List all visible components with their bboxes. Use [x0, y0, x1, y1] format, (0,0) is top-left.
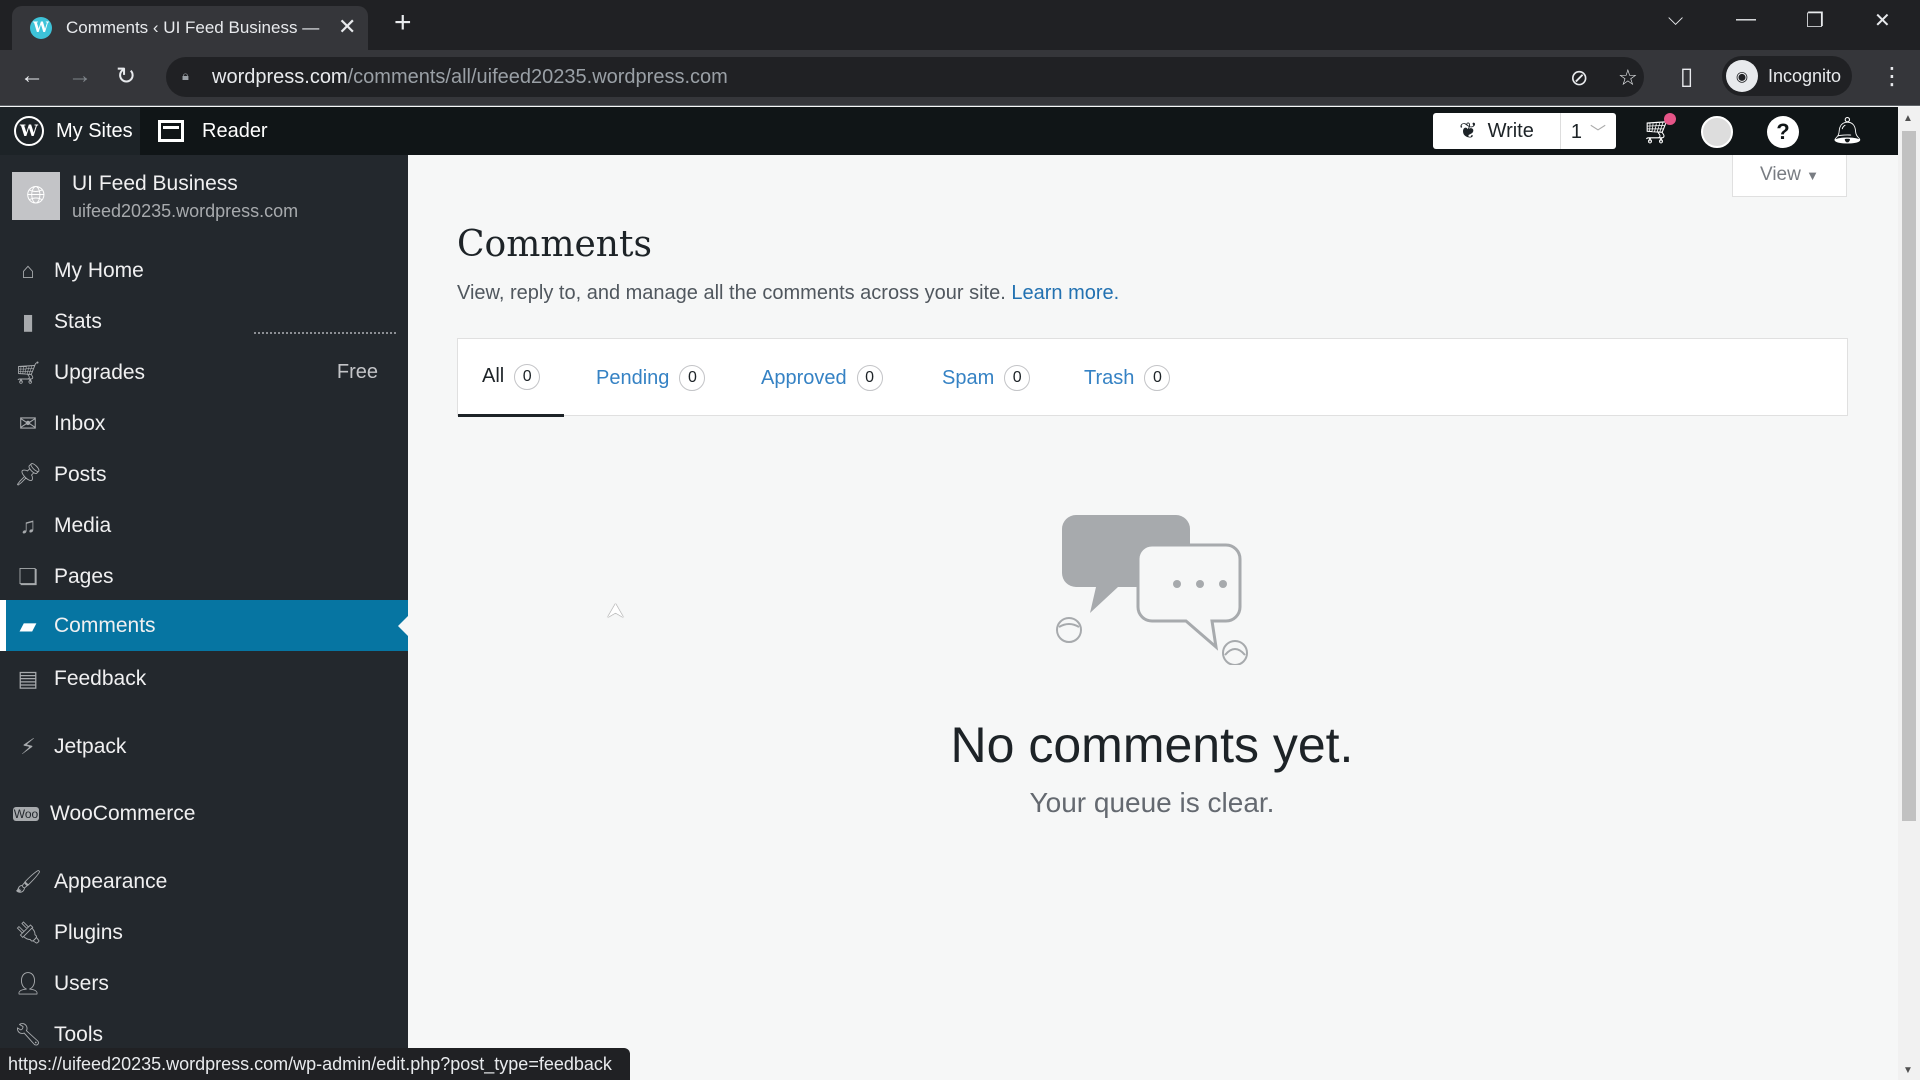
browser-tab[interactable]: W Comments ‹ UI Feed Business — ✕ [12, 6, 368, 50]
sidebar-item-feedback[interactable]: ▤ Feedback [0, 653, 408, 704]
bookmark-star-icon[interactable]: ☆ [1618, 65, 1638, 91]
comment-filter-tabs: All 0 Pending 0 Approved 0 Spam 0 Trash 0 [457, 338, 1848, 417]
tab-approved[interactable]: Approved 0 [761, 339, 883, 417]
help-icon[interactable]: ? [1767, 116, 1799, 148]
url-path: /comments/all/uifeed20235.wordpress.com [347, 66, 728, 88]
stats-icon: ▮ [21, 308, 35, 334]
site-globe-icon: 🌐︎ [12, 172, 60, 220]
incognito-profile[interactable]: ◉ Incognito [1722, 56, 1852, 96]
site-switcher-dropdown[interactable]: 1 ﹀ [1561, 119, 1616, 144]
sidebar-item-plugins[interactable]: 🔌︎ Plugins [0, 907, 408, 958]
reader-button[interactable]: Reader [158, 107, 268, 155]
feather-icon: ❦ [1459, 118, 1478, 143]
tracking-eye-off-icon[interactable]: ⊘ [1570, 65, 1588, 91]
tab-search-icon[interactable]: ⌵ [1668, 8, 1683, 31]
brush-icon: 🖌︎ [14, 868, 42, 894]
learn-more-link[interactable]: Learn more. [1011, 282, 1119, 304]
count-badge: 0 [1004, 365, 1031, 391]
incognito-icon: ◉ [1726, 60, 1758, 92]
sidebar-item-posts[interactable]: 📌︎ Posts [0, 449, 408, 500]
empty-state-title: No comments yet. [950, 717, 1354, 773]
page-title: Comments [457, 224, 652, 265]
free-badge: Free [336, 361, 378, 383]
page-scrollbar[interactable]: ▲ ▼ [1898, 107, 1920, 1080]
user-avatar[interactable] [1701, 116, 1733, 148]
reload-icon[interactable]: ↻ [116, 62, 136, 91]
new-tab-button[interactable]: + [394, 6, 412, 40]
sidebar-item-my-home[interactable]: ⌂ My Home [0, 245, 408, 296]
wordpress-favicon-icon: W [30, 17, 52, 39]
status-bar-url: https://uifeed20235.wordpress.com/wp-adm… [0, 1048, 630, 1080]
caret-down-icon: ▼ [1806, 168, 1819, 183]
restore-icon[interactable]: ❐ [1806, 8, 1824, 33]
forward-icon[interactable]: → [68, 62, 92, 90]
browser-toolbar: ← → ↻ 🔒︎ wordpress.com/comments/all/uife… [0, 50, 1920, 106]
lock-icon: 🔒︎ [182, 68, 189, 83]
chevron-down-icon: ﹀ [1590, 124, 1607, 142]
tab-trash[interactable]: Trash 0 [1084, 339, 1171, 417]
plug-icon: 🔌︎ [14, 919, 42, 945]
scrollbar-thumb[interactable] [1902, 131, 1916, 821]
count-badge: 0 [1144, 365, 1171, 391]
user-icon: 👤︎ [14, 970, 42, 996]
site-domain: uifeed20235.wordpress.com [72, 201, 299, 221]
sidebar-item-upgrades[interactable]: 🛒︎ Upgrades Free [0, 347, 408, 398]
count-badge: 0 [514, 363, 541, 390]
tab-spam[interactable]: Spam 0 [942, 339, 1031, 417]
sidebar-item-media[interactable]: ♫ Media [0, 500, 408, 551]
browser-menu-icon[interactable]: ⋮ [1880, 62, 1904, 91]
feedback-icon: ▤ [17, 665, 39, 691]
home-icon: ⌂ [21, 257, 35, 283]
page-subtitle: View, reply to, and manage all the comme… [457, 282, 1120, 304]
view-dropdown-button[interactable]: View ▼ [1732, 155, 1847, 197]
notifications-bell-icon[interactable]: 🔔︎ [1831, 115, 1864, 146]
sidebar-item-comments[interactable]: ▰ Comments [6, 600, 408, 651]
tab-all[interactable]: All 0 [458, 339, 565, 417]
my-sites-button[interactable]: W My Sites [0, 107, 140, 155]
pin-icon: 📌︎ [14, 461, 42, 487]
write-button[interactable]: ❦ Write [1433, 113, 1561, 149]
empty-comments-illustration-icon [1056, 515, 1248, 665]
wordpress-logo-icon: W [14, 116, 44, 146]
comment-icon: ▰ [19, 612, 37, 638]
cart-icon: 🛒︎ [14, 359, 42, 385]
reader-icon [158, 120, 184, 142]
minimize-icon[interactable]: — [1736, 8, 1756, 31]
cart-notification-dot [1664, 113, 1676, 125]
sidebar-item-users[interactable]: 👤︎ Users [0, 958, 408, 1009]
mouse-cursor-icon: ⮝ [607, 600, 624, 622]
browser-tab-bar: W Comments ‹ UI Feed Business — ✕ + ⌵ — … [0, 0, 1920, 50]
wrench-icon: 🔧︎ [14, 1021, 42, 1047]
back-icon[interactable]: ← [20, 62, 44, 90]
close-tab-icon[interactable]: ✕ [338, 14, 356, 40]
sidebar-item-pages[interactable]: ❏ Pages [0, 551, 408, 602]
address-bar[interactable]: 🔒︎ wordpress.com/comments/all/uifeed2023… [166, 57, 1644, 97]
tab-title: Comments ‹ UI Feed Business — [66, 18, 320, 37]
close-window-icon[interactable]: ✕ [1874, 8, 1891, 33]
empty-state-subtitle: Your queue is clear. [1029, 787, 1275, 818]
sidebar-item-inbox[interactable]: ✉ Inbox [0, 398, 408, 449]
media-icon: ♫ [19, 512, 37, 538]
mail-icon: ✉ [18, 410, 38, 436]
sidebar-item-stats[interactable]: ▮ Stats [0, 296, 408, 347]
scroll-up-icon[interactable]: ▲ [1903, 113, 1913, 124]
scroll-down-icon[interactable]: ▼ [1903, 1065, 1913, 1076]
count-badge: 0 [856, 365, 883, 391]
pages-icon: ❏ [18, 563, 38, 589]
url-domain: wordpress.com [212, 66, 348, 88]
sidebar-item-appearance[interactable]: 🖌︎ Appearance [0, 856, 408, 907]
site-name: UI Feed Business [72, 172, 238, 195]
side-panel-icon[interactable]: ▯ [1680, 62, 1693, 91]
wp-masterbar: W My Sites Reader ❦ Write 1 ﹀ 🛒︎ 🔔︎ [0, 107, 1898, 155]
count-badge: 0 [679, 365, 706, 391]
tab-pending[interactable]: Pending 0 [596, 339, 706, 417]
write-button-group: ❦ Write 1 ﹀ [1433, 113, 1616, 149]
